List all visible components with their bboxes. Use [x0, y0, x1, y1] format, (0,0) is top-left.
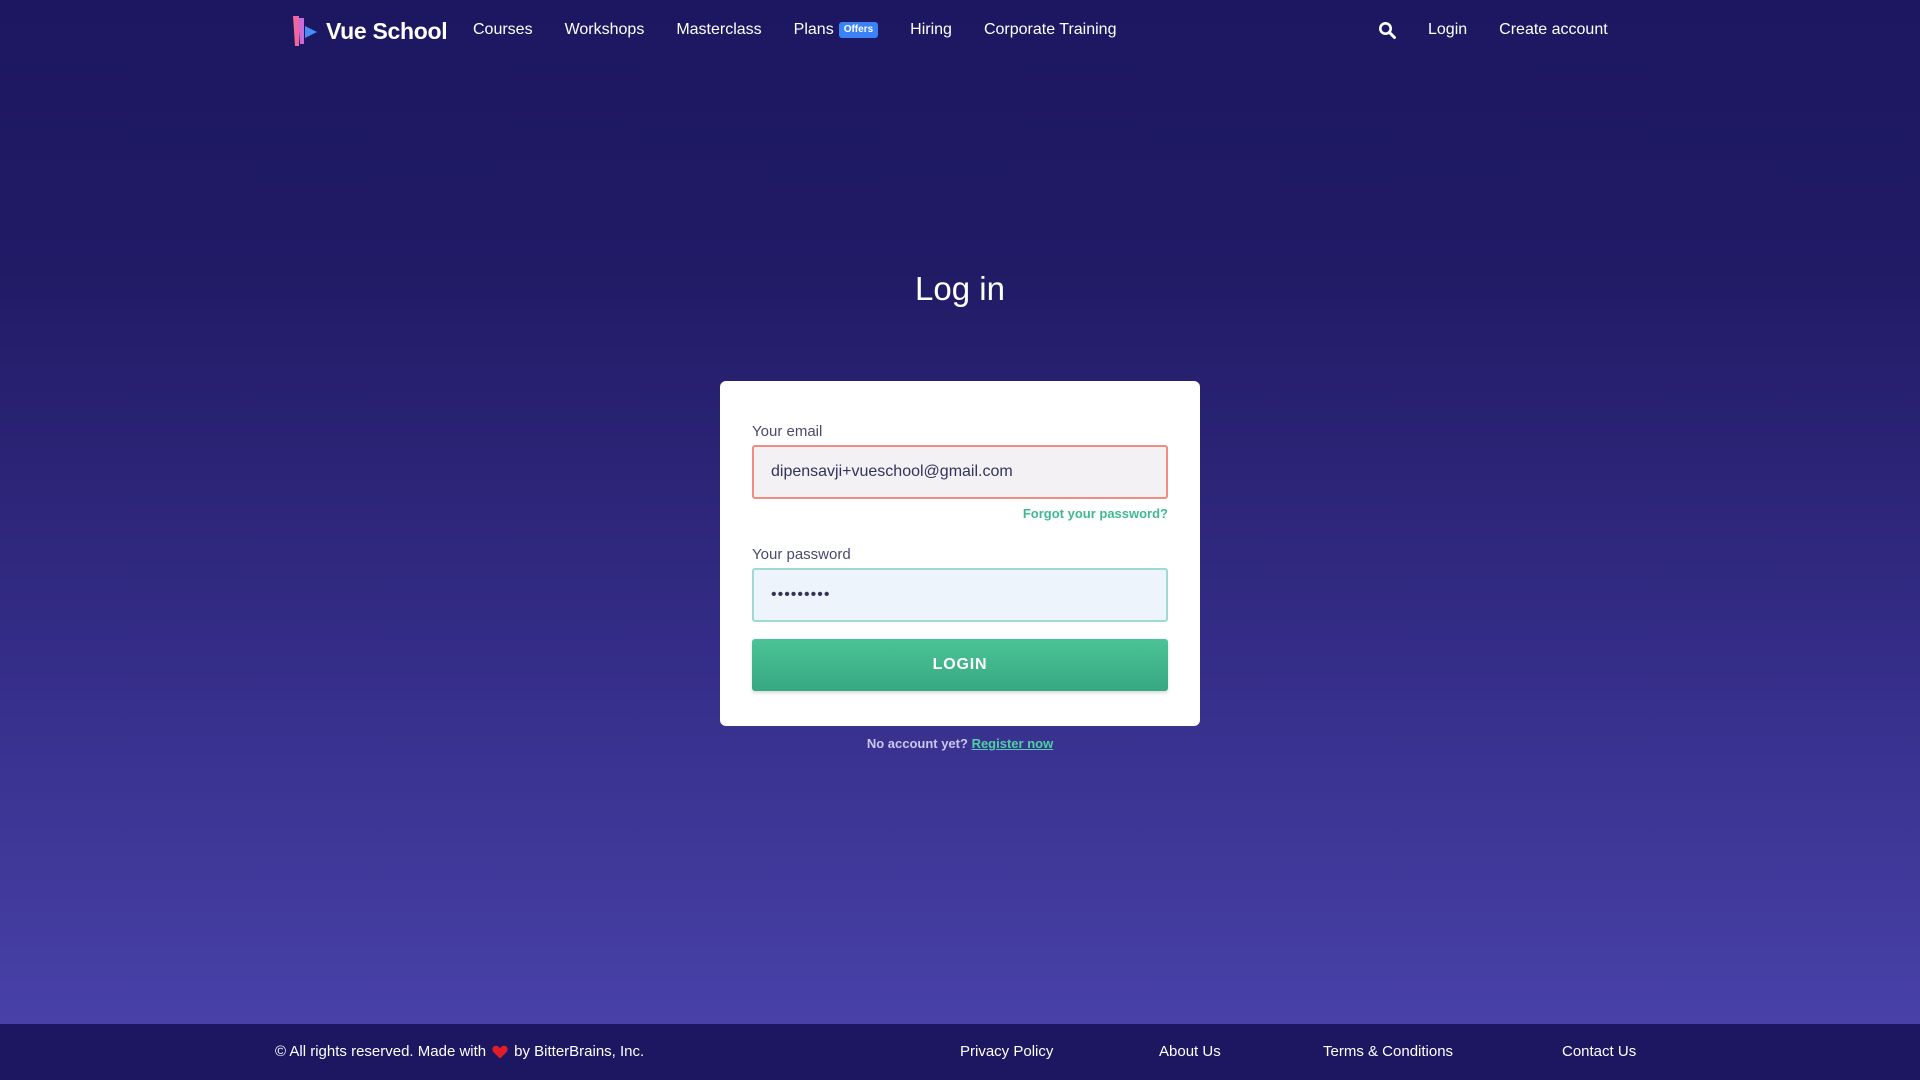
forgot-password-link[interactable]: Forgot your password? — [752, 506, 1168, 522]
no-account-text: No account yet? — [866, 736, 968, 751]
site-header: Vue School Courses Workshops Masterclass… — [0, 0, 1920, 62]
vue-school-logo[interactable]: Vue School — [290, 14, 448, 48]
nav-courses[interactable]: Courses — [473, 19, 533, 41]
copyright-prefix: © All rights reserved. Made with — [275, 1043, 487, 1060]
about-us-link[interactable]: About Us — [1159, 1042, 1221, 1062]
offers-badge: Offers — [838, 22, 879, 38]
heart-icon — [492, 1045, 508, 1059]
terms-conditions-link[interactable]: Terms & Conditions — [1323, 1042, 1453, 1062]
privacy-policy-link[interactable]: Privacy Policy — [960, 1042, 1053, 1062]
page-title: Log in — [915, 270, 1005, 307]
search-icon[interactable] — [1378, 21, 1396, 39]
nav-masterclass[interactable]: Masterclass — [676, 19, 761, 41]
register-now-link[interactable]: Register now — [972, 736, 1054, 751]
nav-workshops[interactable]: Workshops — [565, 19, 645, 41]
login-form: Your email Forgot your password? Your pa… — [720, 381, 1200, 726]
copyright: © All rights reserved. Made with by Bitt… — [275, 1042, 644, 1062]
brand-name: Vue School — [326, 17, 448, 44]
password-field[interactable] — [752, 568, 1168, 622]
nav-hiring[interactable]: Hiring — [910, 19, 952, 41]
email-field[interactable] — [752, 445, 1168, 499]
copyright-suffix: by BitterBrains, Inc. — [514, 1043, 645, 1060]
login-link[interactable]: Login — [1428, 19, 1467, 41]
password-label: Your password — [752, 546, 851, 563]
main-nav: Courses Workshops Masterclass Plans Offe… — [473, 19, 1116, 41]
email-label: Your email — [752, 423, 823, 440]
nav-plans-label: Plans — [793, 21, 834, 38]
login-button[interactable]: LOGIN — [752, 639, 1168, 691]
nav-corporate-training[interactable]: Corporate Training — [984, 19, 1117, 41]
contact-us-link[interactable]: Contact Us — [1562, 1042, 1636, 1062]
site-footer: © All rights reserved. Made with by Bitt… — [0, 1024, 1920, 1080]
account-nav: Login Create account — [1378, 19, 1608, 41]
vue-school-logo-icon — [293, 16, 317, 46]
create-account-link[interactable]: Create account — [1499, 19, 1608, 41]
register-prompt: No account yet? Register now — [0, 736, 1920, 751]
nav-plans[interactable]: Plans Offers — [793, 19, 879, 41]
